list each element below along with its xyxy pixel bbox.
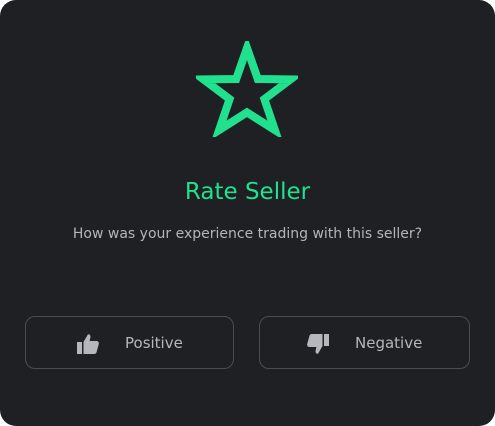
rate-seller-dialog: Rate Seller How was your experience trad… xyxy=(0,0,495,426)
dialog-subtitle: How was your experience trading with thi… xyxy=(72,226,423,242)
dialog-title: Rate Seller xyxy=(184,179,311,205)
negative-button[interactable]: Negative xyxy=(259,316,470,369)
thumbs-up-icon xyxy=(77,334,99,354)
positive-button[interactable]: Positive xyxy=(25,316,234,369)
star-icon xyxy=(196,41,298,137)
thumbs-down-icon xyxy=(307,334,329,354)
positive-label: Positive xyxy=(125,334,183,352)
negative-label: Negative xyxy=(355,334,423,352)
